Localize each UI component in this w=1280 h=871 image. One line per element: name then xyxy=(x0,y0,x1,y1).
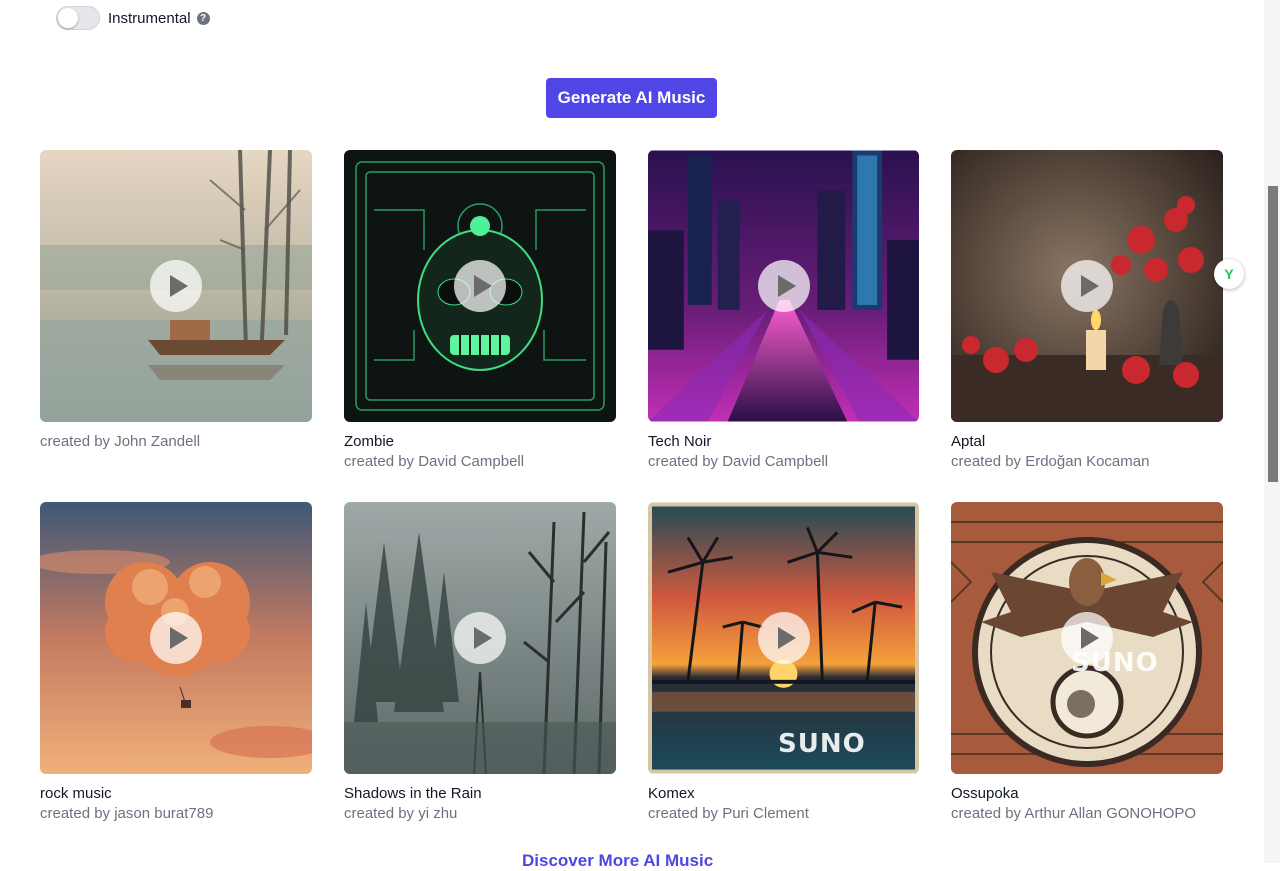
song-artwork[interactable]: SUNO xyxy=(648,502,919,774)
song-artwork[interactable] xyxy=(344,502,616,774)
song-title[interactable]: Zombie xyxy=(344,432,616,451)
song-creator[interactable]: created by David Campbell xyxy=(648,452,919,471)
play-button[interactable] xyxy=(150,260,202,312)
song-card[interactable]: SUNO Ossupoka created by Arthur Allan GO… xyxy=(951,502,1223,823)
song-title[interactable]: rock music xyxy=(40,784,312,803)
discover-more-link[interactable]: Discover More AI Music xyxy=(522,851,713,871)
song-artwork[interactable] xyxy=(951,150,1223,422)
song-creator[interactable]: created by David Campbell xyxy=(344,452,616,471)
play-button[interactable] xyxy=(454,260,506,312)
play-icon xyxy=(473,275,492,297)
song-card[interactable]: created by John Zandell xyxy=(40,150,312,451)
song-card[interactable]: Aptal created by Erdoğan Kocaman xyxy=(951,150,1223,471)
song-card[interactable]: Tech Noir created by David Campbell xyxy=(648,150,919,471)
song-creator[interactable]: created by Puri Clement xyxy=(648,804,919,823)
song-artwork[interactable] xyxy=(344,150,616,422)
play-icon xyxy=(1080,627,1099,649)
song-artwork[interactable]: SUNO xyxy=(951,502,1223,774)
song-card[interactable]: rock music created by jason burat789 xyxy=(40,502,312,823)
play-icon xyxy=(169,627,188,649)
suno-watermark: SUNO xyxy=(778,729,866,759)
play-button[interactable] xyxy=(454,612,506,664)
play-icon xyxy=(777,275,796,297)
play-icon xyxy=(473,627,492,649)
song-creator[interactable]: created by jason burat789 xyxy=(40,804,312,823)
play-button[interactable] xyxy=(1061,260,1113,312)
song-artwork[interactable] xyxy=(40,150,312,422)
song-creator[interactable]: created by yi zhu xyxy=(344,804,616,823)
song-title[interactable]: Shadows in the Rain xyxy=(344,784,616,803)
play-icon xyxy=(169,275,188,297)
song-creator[interactable]: created by Arthur Allan GONOHOPO xyxy=(951,804,1223,823)
song-creator[interactable]: created by John Zandell xyxy=(40,432,312,451)
scrollbar-thumb[interactable] xyxy=(1268,186,1278,482)
instrumental-label: Instrumental xyxy=(108,9,191,27)
toggle-knob xyxy=(58,8,78,28)
play-button[interactable] xyxy=(758,612,810,664)
song-card[interactable]: Shadows in the Rain created by yi zhu xyxy=(344,502,616,823)
play-icon xyxy=(1080,275,1099,297)
song-title[interactable]: Ossupoka xyxy=(951,784,1223,803)
song-card[interactable]: SUNO Komex created by Puri Clement xyxy=(648,502,919,823)
play-icon xyxy=(777,627,796,649)
play-button[interactable] xyxy=(150,612,202,664)
song-artwork[interactable] xyxy=(40,502,312,774)
instrumental-toggle[interactable] xyxy=(56,6,100,30)
song-title[interactable]: Komex xyxy=(648,784,919,803)
help-icon[interactable]: ? xyxy=(196,11,210,25)
extension-icon[interactable]: Y xyxy=(1214,259,1244,289)
song-card[interactable]: Zombie created by David Campbell xyxy=(344,150,616,471)
page-scrollbar[interactable] xyxy=(1264,0,1280,863)
play-button[interactable] xyxy=(758,260,810,312)
song-title[interactable]: Tech Noir xyxy=(648,432,919,451)
instrumental-row: Instrumental ? xyxy=(56,6,210,30)
song-title[interactable]: Aptal xyxy=(951,432,1223,451)
song-creator[interactable]: created by Erdoğan Kocaman xyxy=(951,452,1223,471)
play-button[interactable] xyxy=(1061,612,1113,664)
generate-ai-music-button[interactable]: Generate AI Music xyxy=(546,78,717,118)
song-artwork[interactable] xyxy=(648,150,919,422)
